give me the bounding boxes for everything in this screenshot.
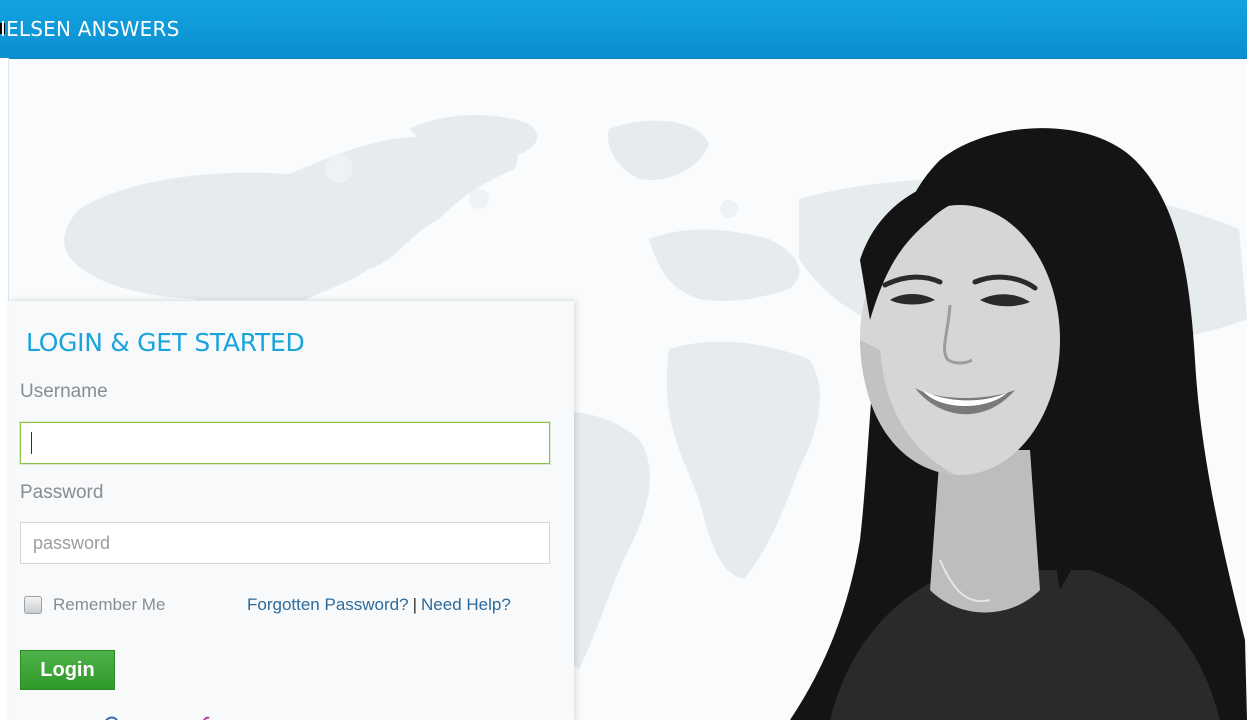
text-caret	[31, 432, 32, 454]
password-input[interactable]	[20, 522, 550, 564]
need-help-link[interactable]: Need Help?	[421, 595, 511, 614]
remember-me-label[interactable]: Remember Me	[53, 595, 165, 615]
username-label: Username	[20, 381, 108, 402]
cut-off-content-fragments	[105, 716, 210, 720]
smiling-woman-photo	[790, 128, 1247, 720]
forgotten-password-link[interactable]: Forgotten Password?	[247, 595, 409, 614]
login-heading: LOGIN & GET STARTED	[26, 328, 305, 357]
top-header-bar: IELSEN ANSWERS	[0, 0, 1247, 59]
login-page: IELSEN ANSWERS LOGIN & GET STARTED Usern…	[0, 0, 1247, 720]
help-links: Forgotten Password? | Need Help?	[247, 595, 511, 615]
username-input[interactable]	[20, 422, 550, 464]
link-separator: |	[412, 595, 418, 614]
password-label: Password	[20, 482, 104, 503]
app-title: IELSEN ANSWERS	[0, 17, 180, 41]
login-panel: LOGIN & GET STARTED Username Password Re…	[8, 300, 574, 720]
login-button[interactable]: Login	[20, 650, 115, 690]
remember-me-checkbox[interactable]	[24, 596, 42, 614]
